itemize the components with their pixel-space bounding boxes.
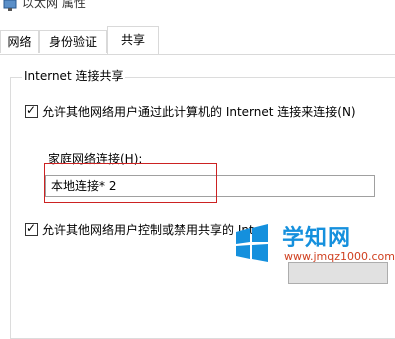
allow-control-checkbox[interactable]: ✓ [25, 221, 38, 236]
watermark: 学知网 www.jmqz1000.com [232, 222, 395, 275]
ics-group-title: Internet 连接共享 [22, 67, 126, 84]
allow-share-option[interactable]: ✓ 允许其他网络用户通过此计算机的 Internet 连接来连接(N) [25, 103, 356, 120]
allow-share-label: 允许其他网络用户通过此计算机的 Internet 连接来连接(N) [42, 105, 356, 119]
network-adapter-icon [3, 0, 17, 11]
tab-sharing[interactable]: 共享 [107, 26, 159, 54]
tab-strip: 网络 身份验证 共享 [0, 26, 395, 54]
allow-control-option[interactable]: ✓ 允许其他网络用户控制或禁用共享的 Inte [25, 221, 261, 238]
highlight-box [44, 163, 217, 203]
window-title: 以太网 属性 [22, 0, 86, 10]
allow-share-checkbox[interactable]: ✓ [25, 103, 38, 118]
watermark-url: www.jmqz1000.com [284, 250, 395, 263]
checkmark-icon: ✓ [26, 103, 37, 117]
tab-authentication[interactable]: 身份验证 [39, 30, 107, 53]
windows-logo-icon [236, 224, 268, 262]
title-bar: 以太网 属性 [0, 0, 395, 26]
watermark-title: 学知网 [282, 226, 352, 251]
tab-network[interactable]: 网络 [0, 30, 39, 53]
allow-control-label: 允许其他网络用户控制或禁用共享的 Inte [42, 223, 262, 237]
checkmark-icon: ✓ [26, 221, 37, 235]
